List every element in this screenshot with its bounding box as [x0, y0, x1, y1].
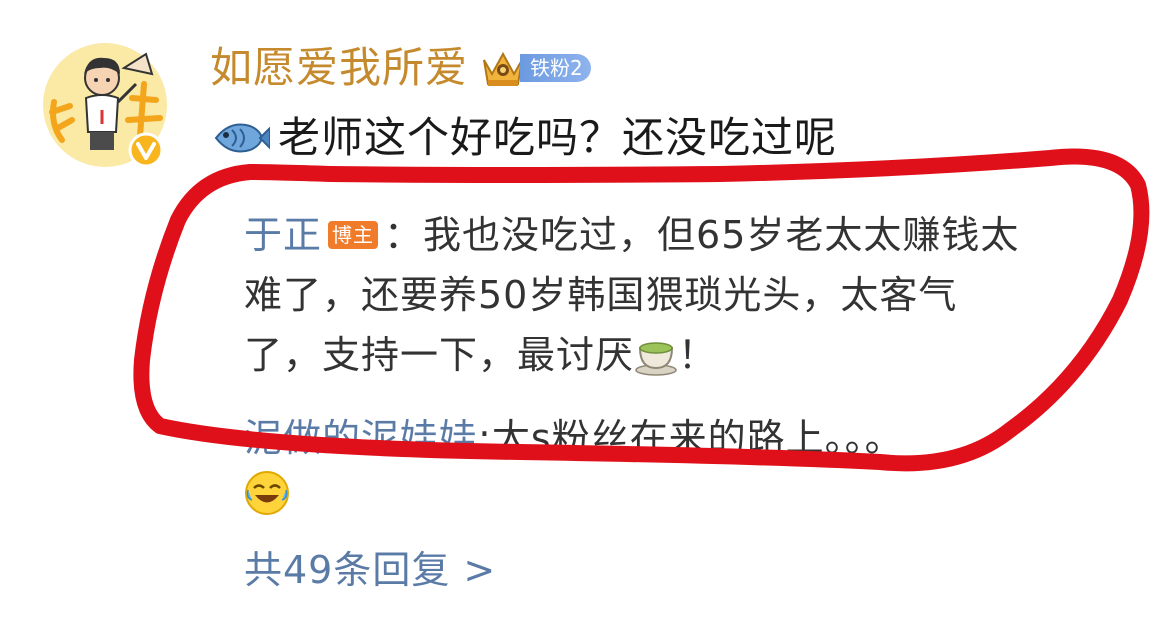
reply-text: 太s粉丝在来的路上。。。 [491, 416, 904, 460]
reply-separator: : [478, 416, 492, 460]
tea-cup-emoji-icon [635, 342, 677, 376]
reply-separator: ： [384, 213, 424, 257]
reply-line-1: 于正 博主 ：我也没吃过，但65岁老太太赚钱太 [244, 205, 1124, 265]
comment-text: 老师这个好吃吗？还没吃过呢 [278, 113, 838, 162]
reply-author[interactable]: 于正 [244, 213, 322, 257]
reply-author[interactable]: 泥做的泥娃娃 [244, 416, 478, 460]
reply-text-line-2: 难了，还要养50岁韩国猥琐光头，太客气 [244, 273, 958, 317]
fan-level-label: 铁粉2 [520, 54, 591, 82]
fan-badge[interactable]: 铁粉2 [480, 46, 591, 90]
reply-item[interactable]: 泥做的泥娃娃:太s粉丝在来的路上。。。 [244, 408, 904, 468]
more-replies-link[interactable]: 共49条回复 > [244, 540, 496, 600]
reply-item[interactable]: 于正 博主 ：我也没吃过，但65岁老太太赚钱太 难了，还要养50岁韩国猥琐光头，太客… [244, 205, 1124, 385]
avatar[interactable] [40, 40, 170, 170]
comment-header: 如愿爱我所爱 铁粉2 [210, 38, 591, 98]
username[interactable]: 如愿爱我所爱 [210, 38, 468, 98]
reply-text-line-1: 我也没吃过，但65岁老太太赚钱太 [423, 213, 1020, 257]
comment-body: 老师这个好吃吗？还没吃过呢 [210, 108, 837, 168]
fish-emoji-icon [214, 123, 270, 153]
reply-text-line-3-end: ！ [678, 333, 718, 377]
reply-line-3: 了，支持一下，最讨厌 ！ [244, 325, 1124, 385]
laugh-cry-emoji-icon [245, 471, 289, 515]
reply-text-line-3: 了，支持一下，最讨厌 [244, 333, 635, 377]
blogger-tag: 博主 [328, 221, 379, 249]
verified-v-icon [128, 132, 164, 168]
